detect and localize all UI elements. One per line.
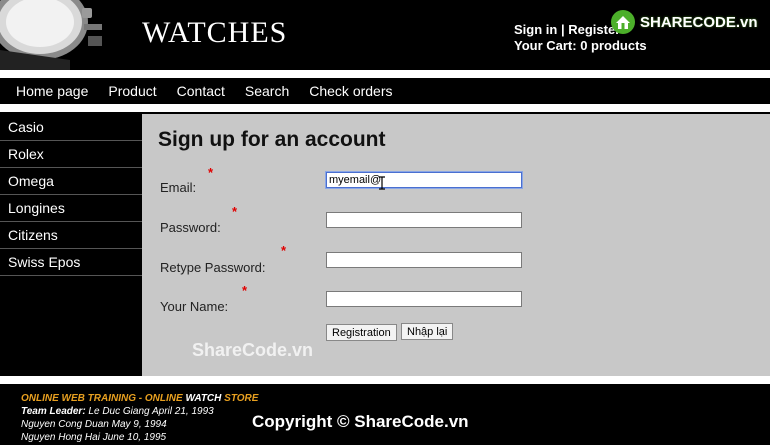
site-footer: ONLINE WEB TRAINING - ONLINE WATCH STORE…: [0, 384, 770, 445]
footer-team-leader: Team Leader: Le Duc Giang April 21, 1993: [21, 406, 214, 417]
your-name-label: Your Name:: [160, 299, 229, 314]
sharecode-logo-icon: [611, 10, 635, 34]
your-name-field[interactable]: [326, 291, 522, 307]
retype-required-mark: *: [281, 243, 287, 258]
brand-sidebar: Casio Rolex Omega Longines Citizens Swis…: [0, 114, 142, 376]
password-required-mark: *: [232, 204, 238, 219]
registration-button[interactable]: Registration: [326, 324, 397, 341]
divider-nav: [0, 104, 770, 112]
logo-text: SHARECODE.vn: [640, 13, 758, 31]
reset-button[interactable]: Nhập lại: [401, 323, 454, 340]
retype-password-field[interactable]: [326, 252, 522, 268]
sidebar-item-swiss-epos[interactable]: Swiss Epos: [0, 249, 142, 276]
account-separator: |: [560, 22, 565, 37]
team-leader-label: Team Leader:: [21, 406, 86, 417]
retype-password-label: Retype Password:: [160, 260, 266, 275]
email-label: Email:: [160, 180, 197, 195]
sidebar-item-citizens[interactable]: Citizens: [0, 222, 142, 249]
sidebar-item-rolex[interactable]: Rolex: [0, 141, 142, 168]
cart-summary[interactable]: Your Cart: 0 products: [514, 38, 647, 54]
text-cursor-icon: [379, 176, 385, 190]
team-leader-value: Le Duc Giang April 21, 1993: [85, 406, 214, 417]
sidebar-item-longines[interactable]: Longines: [0, 195, 142, 222]
watermark-text: ShareCode.vn: [192, 340, 314, 360]
footer-title: ONLINE WEB TRAINING - ONLINE WATCH STORE: [21, 393, 258, 404]
email-required-mark: *: [208, 165, 214, 180]
divider-top: [0, 70, 770, 78]
sign-in-link[interactable]: Sign in: [514, 22, 557, 37]
main-nav: Home page Product Contact Search Check o…: [0, 78, 770, 104]
footer-title-part1: ONLINE WEB TRAINING - ONLINE: [21, 393, 186, 404]
nav-search[interactable]: Search: [245, 83, 289, 99]
sidebar-item-omega[interactable]: Omega: [0, 168, 142, 195]
email-field[interactable]: [326, 172, 522, 188]
nav-check-orders[interactable]: Check orders: [309, 83, 392, 99]
nav-contact[interactable]: Contact: [177, 83, 225, 99]
page-title: Sign up for an account: [158, 128, 386, 151]
footer-title-part2: WATCH: [185, 393, 222, 404]
name-required-mark: *: [242, 283, 248, 298]
signup-panel: Sign up for an account * Email: * Passwo…: [142, 114, 770, 376]
footer-title-part3: STORE: [221, 393, 259, 404]
footer-member-2: Nguyen Hong Hai June 10, 1995: [21, 432, 167, 443]
password-field[interactable]: [326, 212, 522, 228]
password-label: Password:: [160, 220, 221, 235]
watch-banner-image: [0, 0, 110, 70]
sidebar-item-casio[interactable]: Casio: [0, 114, 142, 141]
site-title: WATCHES: [142, 16, 288, 49]
copyright-text: Copyright © ShareCode.vn: [252, 412, 469, 431]
site-header: WATCHES Sign in | Register Your Cart: 0 …: [0, 0, 770, 70]
footer-member-1: Nguyen Cong Duan May 9, 1994: [21, 419, 167, 430]
sharecode-logo: SHARECODE.vn: [610, 9, 758, 35]
nav-product[interactable]: Product: [108, 83, 156, 99]
nav-home[interactable]: Home page: [16, 83, 88, 99]
divider-footer: [0, 376, 770, 384]
